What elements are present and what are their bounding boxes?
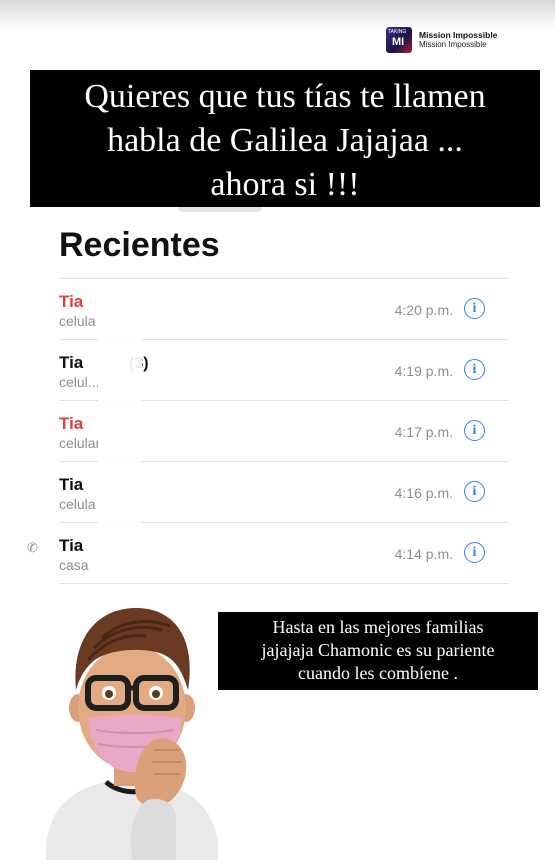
- info-circle-icon[interactable]: i: [464, 298, 485, 319]
- call-type: celul...: [59, 374, 100, 390]
- call-time: 4:14 p.m.: [394, 546, 453, 562]
- caption-line: Hasta en las mejores familias: [272, 617, 484, 637]
- call-time: 4:20 p.m.: [394, 302, 453, 318]
- caption-box: Hasta en las mejores familias jajajaja C…: [218, 612, 538, 690]
- call-time: 4:17 p.m.: [394, 424, 453, 440]
- info-circle-icon[interactable]: i: [464, 542, 485, 563]
- caller-name: Tia: [59, 536, 84, 555]
- page-title: Recientes: [59, 226, 220, 264]
- caller-name: Tia: [59, 414, 84, 433]
- text-banner: Quieres que tus tías te llamen habla de …: [30, 70, 540, 207]
- banner-line: Quieres que tus tías te llamen: [84, 78, 486, 115]
- call-time: 4:19 p.m.: [394, 363, 453, 379]
- album-art: TAKING MI: [386, 27, 412, 53]
- call-type: celula: [59, 313, 96, 329]
- memoji-sticker: [45, 608, 219, 860]
- banner-line: habla de Galilea Jajajaa ...: [107, 122, 463, 159]
- phone-outgoing-icon: ✆: [27, 540, 38, 555]
- album-label: TAKING: [388, 29, 407, 35]
- call-type: celula: [59, 496, 96, 512]
- info-circle-icon[interactable]: i: [464, 420, 485, 441]
- music-artist: Mission Impossible: [419, 40, 487, 49]
- caption-line: cuando les combíene .: [298, 663, 458, 683]
- caller-name: Tia: [59, 475, 84, 494]
- info-circle-icon[interactable]: i: [464, 359, 485, 380]
- info-circle-icon[interactable]: i: [464, 481, 485, 502]
- music-sticker[interactable]: TAKING MI Mission Impossible Mission Imp…: [386, 27, 497, 53]
- banner-line: ahora si !!!: [210, 166, 360, 203]
- top-gradient: [0, 0, 555, 30]
- segmented-control-remnant: [178, 207, 262, 212]
- music-info: Mission Impossible Mission Impossible: [419, 30, 497, 50]
- call-type: casa: [59, 557, 89, 573]
- caller-name: Tia: [59, 353, 84, 372]
- call-type: celular: [59, 435, 101, 451]
- call-time: 4:16 p.m.: [394, 485, 453, 501]
- caller-name: Tia: [59, 292, 84, 311]
- album-mark: MI: [392, 36, 405, 48]
- name-blur-overlay: [98, 280, 142, 576]
- caption-line: jajajaja Chamonic es su pariente: [261, 640, 495, 660]
- music-title: Mission Impossible: [419, 30, 498, 40]
